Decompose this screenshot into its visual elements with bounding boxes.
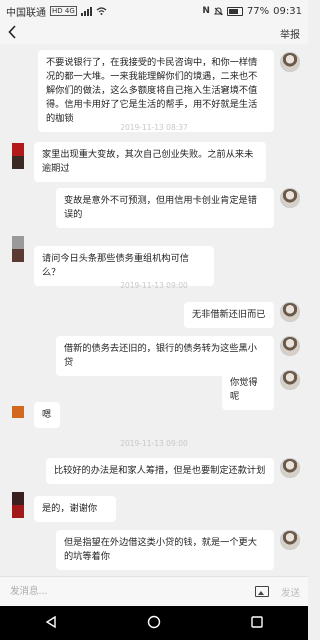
- message-bubble: 但是指望在外边借这类小贷的钱，就是一个更大的坑等着你: [56, 530, 274, 570]
- message-bubble: 家里出现重大变故，其次自己创业失败。之前从来未逾期过: [34, 142, 266, 182]
- avatar[interactable]: [12, 492, 24, 518]
- mute-icon: [213, 6, 223, 15]
- battery-percent: 77%: [246, 5, 270, 17]
- message-bubble: 嗯: [34, 402, 60, 428]
- message-bubble: 无非借新还旧而已: [184, 302, 274, 328]
- timestamp: 2019-11-13 09:00: [120, 281, 188, 290]
- avatar[interactable]: [12, 236, 24, 262]
- avatar[interactable]: [280, 370, 300, 390]
- message-bubble: 比较好的办法是和家人筹措，但是也要制定还款计划: [46, 458, 274, 484]
- message-input-bar: 发送: [0, 576, 308, 606]
- system-nav-bar: [0, 606, 308, 640]
- message-bubble: 你觉得呢: [222, 370, 274, 410]
- message-bubble: 请问今日头条那些债务重组机构可信么？: [34, 246, 214, 286]
- avatar[interactable]: [280, 530, 300, 550]
- avatar[interactable]: [280, 52, 300, 72]
- avatar[interactable]: [280, 336, 300, 356]
- nfc-icon: N: [202, 6, 210, 16]
- message-input[interactable]: [8, 585, 249, 598]
- square-recent-icon[interactable]: [250, 614, 264, 633]
- carrier-label: 中国联通: [6, 7, 46, 19]
- avatar[interactable]: [280, 302, 300, 322]
- message-bubble: 不要说银行了，在我接受的卡民咨询中，和你一样情况的都一大堆。一来我能理解你们的境…: [38, 50, 274, 132]
- wifi-icon: [96, 7, 107, 15]
- avatar[interactable]: [280, 458, 300, 478]
- signal-icon: [80, 6, 92, 16]
- status-bar: 中国联通 HD 4G N 77% 09:31: [0, 0, 308, 22]
- network-label: HD 4G: [50, 6, 77, 16]
- chat-header: 举报: [0, 22, 308, 44]
- report-button[interactable]: 举报: [280, 26, 300, 41]
- message-bubble: 变故是意外不可预测，但用信用卡创业肯定是错误的: [56, 188, 274, 228]
- avatar[interactable]: [12, 406, 24, 418]
- avatar[interactable]: [280, 188, 300, 208]
- chat-area[interactable]: 不要说银行了，在我接受的卡民咨询中，和你一样情况的都一大堆。一来我能理解你们的境…: [0, 44, 308, 576]
- send-button[interactable]: 发送: [281, 585, 300, 599]
- avatar[interactable]: [12, 143, 24, 169]
- message-bubble: 是的，谢谢你: [34, 496, 116, 522]
- circle-home-icon[interactable]: [147, 614, 161, 633]
- timestamp: 2019-11-13 09:00: [120, 439, 188, 448]
- battery-icon: [226, 6, 243, 16]
- chevron-left-icon[interactable]: [8, 24, 16, 42]
- image-icon[interactable]: [254, 586, 269, 597]
- timestamp: 2019-11-13 08:37: [120, 123, 188, 132]
- triangle-back-icon[interactable]: [44, 614, 58, 633]
- clock: 09:31: [273, 5, 302, 17]
